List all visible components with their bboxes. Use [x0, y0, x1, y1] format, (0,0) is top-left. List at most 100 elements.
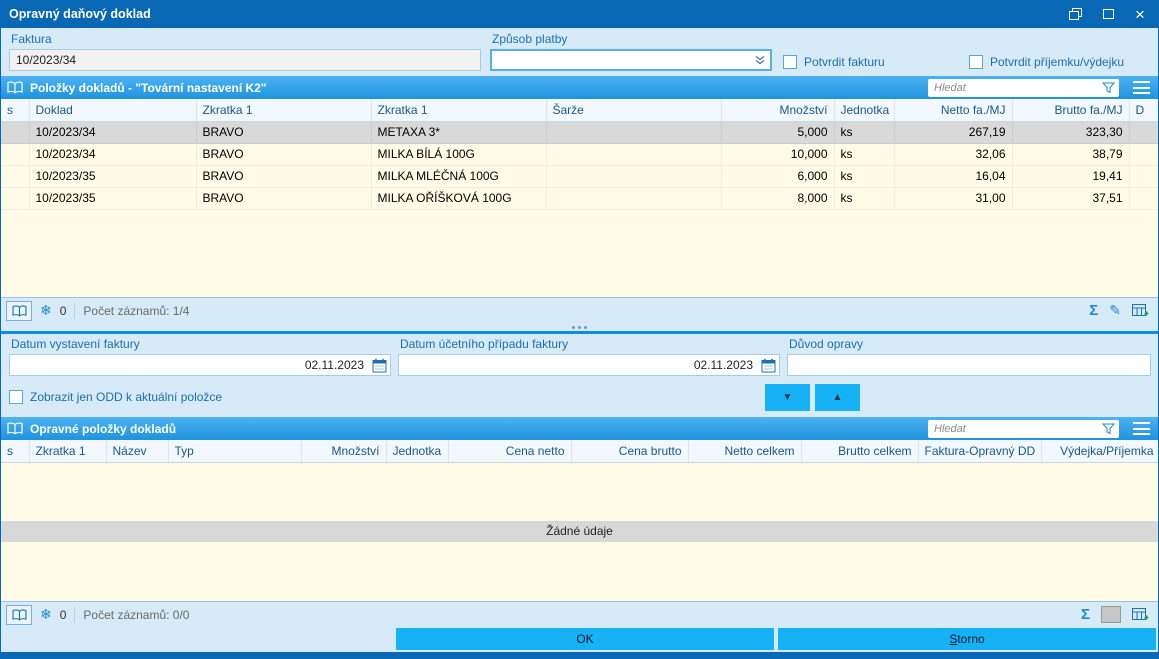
move-down-button[interactable]: ▼: [765, 383, 810, 411]
table-cell[interactable]: [546, 143, 722, 166]
column-header[interactable]: Netto fa./MJ: [894, 99, 1013, 122]
datum-vystaveni-input[interactable]: [9, 354, 391, 376]
table-cell[interactable]: ks: [834, 143, 895, 166]
table-cell[interactable]: 10/2023/35: [29, 165, 197, 188]
calendar-icon[interactable]: [760, 357, 776, 373]
column-header[interactable]: Doklad: [29, 99, 197, 122]
table-cell[interactable]: 10/2023/35: [29, 187, 197, 210]
table-cell[interactable]: 8,000: [721, 187, 835, 210]
table-cell[interactable]: 32,06: [894, 143, 1013, 166]
column-header[interactable]: s: [1, 440, 30, 463]
table-row[interactable]: 10/2023/34 BRAVO MILKA BÍLÁ 100G 10,000 ks 32…: [1, 143, 1158, 166]
column-header[interactable]: Jednotka: [834, 99, 895, 122]
faktura-input[interactable]: [9, 49, 481, 71]
sum-icon[interactable]: Σ: [1081, 606, 1090, 623]
table-cell[interactable]: MILKA BÍLÁ 100G: [371, 143, 547, 166]
menu-icon[interactable]: [1133, 81, 1150, 94]
table-cell[interactable]: [1129, 187, 1158, 210]
table-cell[interactable]: 6,000: [721, 165, 835, 188]
column-header[interactable]: Brutto fa./MJ: [1012, 99, 1130, 122]
table-cell[interactable]: MILKA OŘÍŠKOVÁ 100G: [371, 187, 547, 210]
storno-button[interactable]: Storno: [778, 628, 1156, 650]
column-header[interactable]: Šarže: [546, 99, 722, 122]
column-header[interactable]: Množství: [721, 99, 835, 122]
table-cell[interactable]: 10/2023/34: [29, 121, 197, 144]
column-header[interactable]: Faktura-Opravný DD: [918, 440, 1042, 463]
table-cell[interactable]: 16,04: [894, 165, 1013, 188]
column-header[interactable]: Jednotka: [386, 440, 449, 463]
column-header[interactable]: Zkratka 1: [196, 99, 372, 122]
table-cell[interactable]: METAXA 3*: [371, 121, 547, 144]
column-header[interactable]: Netto celkem: [688, 440, 802, 463]
grid-settings-icon[interactable]: [1132, 607, 1149, 622]
table-cell[interactable]: [1, 143, 30, 166]
ok-button[interactable]: OK: [396, 628, 774, 650]
column-header[interactable]: Název: [106, 440, 169, 463]
items-search-input[interactable]: [932, 80, 1098, 95]
checkbox-box[interactable]: [783, 55, 797, 69]
column-header[interactable]: Množství: [301, 440, 387, 463]
potvrdit-prijemku-checkbox[interactable]: Potvrdit příjemku/výdejku: [969, 55, 1124, 69]
column-header[interactable]: Brutto celkem: [801, 440, 919, 463]
column-header[interactable]: D: [1129, 99, 1158, 122]
table-cell[interactable]: [1129, 165, 1158, 188]
table-cell[interactable]: 5,000: [721, 121, 835, 144]
snowflake-icon[interactable]: ❄: [40, 302, 52, 319]
column-header[interactable]: Výdejka/Příjemka: [1041, 440, 1158, 463]
table-cell[interactable]: BRAVO: [196, 121, 372, 144]
edit-icon[interactable]: ✎: [1109, 302, 1121, 319]
zpusob-platby-input[interactable]: [492, 51, 770, 69]
table-cell[interactable]: 267,19: [894, 121, 1013, 144]
table-cell[interactable]: ks: [834, 165, 895, 188]
table-row[interactable]: 10/2023/34 BRAVO METAXA 3* 5,000 ks 267,19 323…: [1, 121, 1158, 144]
calendar-icon[interactable]: [371, 357, 387, 373]
sum-icon[interactable]: Σ: [1089, 302, 1098, 319]
table-cell[interactable]: [1129, 121, 1158, 144]
column-header[interactable]: Cena brutto: [571, 440, 689, 463]
column-header[interactable]: Typ: [168, 440, 302, 463]
table-cell[interactable]: [546, 165, 722, 188]
close-window-icon[interactable]: ×: [1130, 4, 1150, 24]
table-cell[interactable]: [1, 165, 30, 188]
table-cell[interactable]: BRAVO: [196, 165, 372, 188]
menu-icon[interactable]: [1133, 422, 1150, 435]
table-cell[interactable]: 31,00: [894, 187, 1013, 210]
filter-icon[interactable]: [1102, 423, 1115, 435]
table-cell[interactable]: ks: [834, 187, 895, 210]
table-cell[interactable]: ks: [834, 121, 895, 144]
table-cell[interactable]: 19,41: [1012, 165, 1130, 188]
checkbox-box[interactable]: [9, 390, 23, 404]
book-view-button[interactable]: [6, 300, 32, 321]
restore-window-icon[interactable]: [1066, 4, 1086, 24]
table-cell[interactable]: [546, 121, 722, 144]
table-cell[interactable]: 38,79: [1012, 143, 1130, 166]
zpusob-platby-combo[interactable]: [490, 49, 772, 71]
table-cell[interactable]: 10,000: [721, 143, 835, 166]
column-header[interactable]: Zkratka 1: [29, 440, 107, 463]
table-row[interactable]: 10/2023/35 BRAVO MILKA OŘÍŠKOVÁ 100G 8,000 k…: [1, 187, 1158, 210]
datum-ucetni-input[interactable]: [398, 354, 780, 376]
move-up-button[interactable]: ▲: [815, 383, 860, 411]
table-cell[interactable]: 10/2023/34: [29, 143, 197, 166]
splitter-handle[interactable]: [1, 323, 1158, 331]
column-header[interactable]: Zkratka 1: [371, 99, 547, 122]
table-cell[interactable]: [1, 121, 30, 144]
book-view-button[interactable]: [6, 604, 32, 625]
table-cell[interactable]: [546, 187, 722, 210]
potvrdit-fakturu-checkbox[interactable]: Potvrdit fakturu: [783, 55, 969, 69]
duvod-opravy-input[interactable]: [787, 354, 1151, 376]
dropdown-icon[interactable]: [750, 51, 769, 69]
column-header[interactable]: Cena netto: [448, 440, 572, 463]
table-cell[interactable]: [1129, 143, 1158, 166]
table-cell[interactable]: BRAVO: [196, 143, 372, 166]
snowflake-icon[interactable]: ❄: [40, 606, 52, 623]
table-cell[interactable]: 37,51: [1012, 187, 1130, 210]
table-cell[interactable]: MILKA MLÉČNÁ 100G: [371, 165, 547, 188]
grid-settings-icon[interactable]: [1132, 303, 1149, 318]
table-row[interactable]: 10/2023/35 BRAVO MILKA MLÉČNÁ 100G 6,000 ks 1…: [1, 165, 1158, 188]
zobrazit-odd-checkbox[interactable]: Zobrazit jen ODD k aktuální položce: [9, 390, 222, 404]
checkbox-box[interactable]: [969, 55, 983, 69]
table-cell[interactable]: BRAVO: [196, 187, 372, 210]
table-cell[interactable]: [1, 187, 30, 210]
column-header[interactable]: s: [1, 99, 30, 122]
